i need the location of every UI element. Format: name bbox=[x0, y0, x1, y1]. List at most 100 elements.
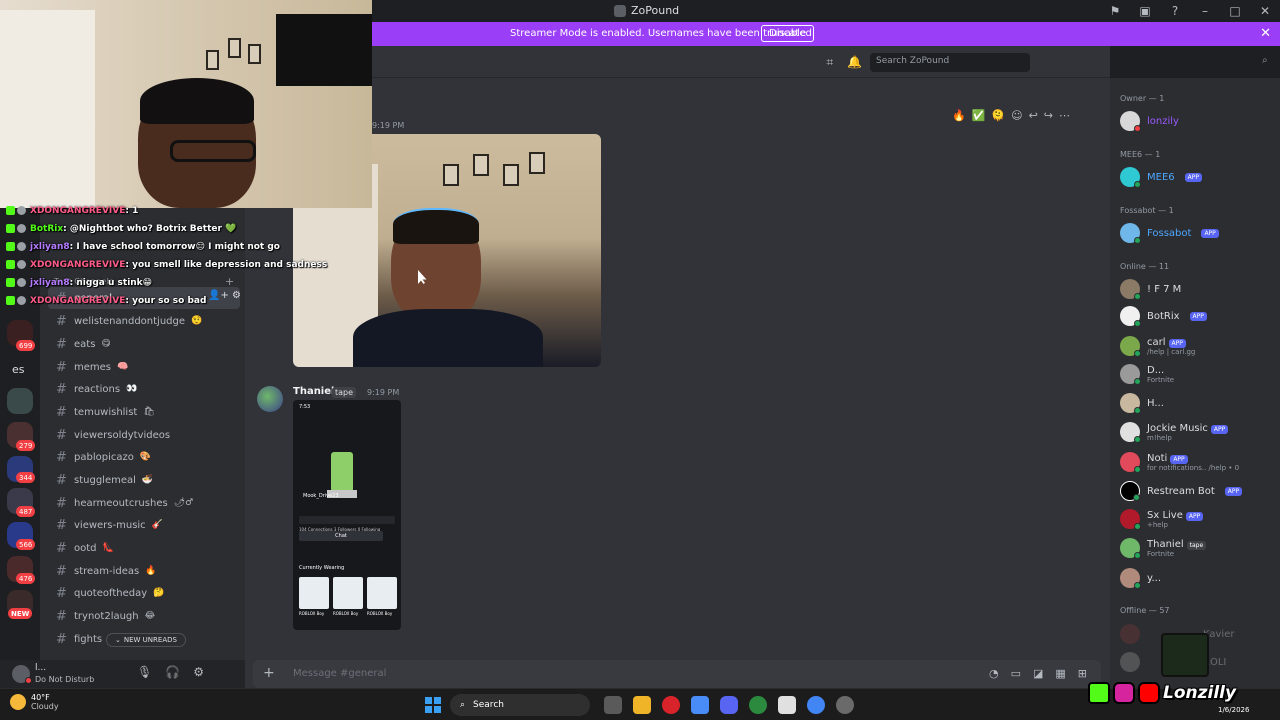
member-item[interactable]: D... Fortnite bbox=[1120, 364, 1174, 385]
channel-emoji: 😂 bbox=[144, 611, 156, 621]
member-item[interactable]: BotRix APP bbox=[1120, 306, 1207, 327]
member-item[interactable]: Thaniel tape Fortnite bbox=[1120, 538, 1207, 559]
member-item[interactable]: lonzily bbox=[1120, 111, 1179, 132]
search-input[interactable]: Search ZoPound bbox=[870, 53, 1030, 72]
app-icon[interactable] bbox=[749, 696, 767, 714]
streamer-brand: Lonzilly bbox=[1088, 682, 1236, 704]
member-item[interactable]: y... bbox=[1120, 568, 1161, 589]
attach-plus-icon[interactable]: + bbox=[263, 665, 275, 681]
check-reaction-icon[interactable]: ✅ bbox=[972, 109, 986, 122]
message-screenshot[interactable]: 7:53 Mook_Drive23 104 Connections 3 Foll… bbox=[293, 400, 401, 630]
channel-name: trynot2laugh bbox=[74, 610, 139, 622]
apps-icon[interactable]: ⊞ bbox=[1078, 667, 1087, 680]
maximize-button[interactable]: □ bbox=[1220, 4, 1250, 18]
frame-image-part bbox=[473, 154, 489, 176]
discord-icon[interactable] bbox=[720, 696, 738, 714]
flag-icon[interactable]: ⚑ bbox=[1100, 4, 1130, 18]
member-item[interactable]: ! F 7 M bbox=[1120, 279, 1182, 300]
channel-item[interactable]: # ootd 👠 bbox=[56, 537, 114, 559]
minimize-button[interactable]: – bbox=[1190, 4, 1220, 18]
badge-icon bbox=[17, 260, 26, 269]
member-item[interactable]: Noti APP for notifications.. /help • 0 bbox=[1120, 452, 1239, 473]
member-name-row: carl APP bbox=[1147, 337, 1195, 348]
new-unreads-pill[interactable]: ⌄ NEW UNREADS bbox=[106, 633, 186, 647]
hash-icon: # bbox=[56, 540, 67, 556]
copilot-icon[interactable] bbox=[691, 696, 709, 714]
settings-gear-icon[interactable]: ⚙ bbox=[193, 665, 204, 679]
headphones-icon[interactable]: 🎧 bbox=[165, 665, 180, 679]
search-placeholder: Search ZoPound bbox=[876, 56, 950, 66]
channel-item[interactable]: # viewersoldytvideos bbox=[56, 424, 176, 446]
microphone-icon[interactable]: 🎙 bbox=[137, 665, 152, 679]
close-window-button[interactable]: ✕ bbox=[1250, 4, 1280, 18]
face-reaction-icon[interactable]: 🫠 bbox=[991, 109, 1005, 122]
channel-item[interactable]: # reactions 👀 bbox=[56, 378, 137, 400]
channel-item[interactable]: # temuwishlist 🛍 bbox=[56, 401, 155, 423]
member-item[interactable]: MEE6 APP bbox=[1120, 167, 1202, 188]
channel-item[interactable]: # quoteoftheday 🤔 bbox=[56, 582, 164, 604]
channel-item[interactable]: # trynot2laugh 😂 bbox=[56, 605, 155, 627]
channel-item[interactable]: # pablopicazo 🎨 bbox=[56, 446, 151, 468]
app-icon[interactable] bbox=[778, 696, 796, 714]
chrome-icon[interactable] bbox=[807, 696, 825, 714]
new-badge: NEW bbox=[8, 608, 33, 619]
user-name[interactable]: l... bbox=[35, 663, 46, 673]
server-text-icon[interactable]: es bbox=[12, 363, 25, 376]
message-composer[interactable]: + Message #general ◔ ▭ ◪ ▦ ⊞ bbox=[253, 660, 1101, 688]
member-item[interactable]: Restream Bot APP bbox=[1120, 481, 1243, 501]
member-group-label: MEE6 — 1 bbox=[1120, 150, 1161, 159]
fire-reaction-icon[interactable]: 🔥 bbox=[952, 109, 966, 122]
opera-icon[interactable] bbox=[662, 696, 680, 714]
member-item[interactable]: carl APP /help | carl.gg bbox=[1120, 336, 1195, 357]
add-reaction-icon[interactable]: ☺ bbox=[1011, 109, 1022, 122]
windows-start-icon[interactable] bbox=[425, 697, 441, 713]
message-author[interactable]: Thaniel bbox=[293, 386, 334, 397]
channel-item[interactable]: # viewers-music 🎸 bbox=[56, 514, 163, 536]
server-icon[interactable] bbox=[7, 388, 33, 414]
channel-item[interactable]: # memes 🧠 bbox=[56, 356, 128, 378]
search-icon[interactable]: ⌕ bbox=[1262, 55, 1268, 66]
system-date[interactable]: 1/6/2026 bbox=[1218, 706, 1249, 714]
gif-icon[interactable]: ▭ bbox=[1011, 667, 1021, 680]
inbox-icon[interactable]: ▣ bbox=[1130, 4, 1160, 18]
channel-item[interactable]: # welistenanddontjudge 🤨 bbox=[56, 310, 202, 332]
channel-item[interactable]: # stugglemeal 🍜 bbox=[56, 469, 153, 491]
app-badge: APP bbox=[1224, 486, 1243, 496]
disable-streamer-mode-button[interactable]: Disable bbox=[761, 25, 815, 42]
sticker-icon[interactable]: ◪ bbox=[1033, 667, 1043, 680]
item-label: ROBLOX Boy bbox=[367, 611, 393, 616]
channel-item[interactable]: # eats 😋 bbox=[56, 333, 111, 355]
app-badge: APP bbox=[1184, 172, 1202, 182]
file-explorer-icon[interactable] bbox=[633, 696, 651, 714]
hash-icon: # bbox=[56, 517, 67, 533]
kick-icon bbox=[6, 224, 15, 233]
forward-icon[interactable]: ↪ bbox=[1044, 109, 1053, 122]
task-view-icon[interactable] bbox=[604, 696, 622, 714]
member-item[interactable]: Jockie Music APP m!help bbox=[1120, 422, 1229, 443]
member-item[interactable]: Fossabot APP bbox=[1120, 223, 1219, 244]
app-icon[interactable] bbox=[836, 696, 854, 714]
streamer-logo-avatar bbox=[1161, 633, 1209, 677]
gift-icon[interactable]: ◔ bbox=[989, 667, 999, 680]
reply-icon[interactable]: ↩ bbox=[1029, 109, 1038, 122]
close-banner-icon[interactable]: ✕ bbox=[1260, 26, 1271, 41]
avatar bbox=[1120, 279, 1141, 300]
member-text: Sx Live APP +help bbox=[1147, 510, 1204, 529]
avatar bbox=[1120, 364, 1141, 385]
avatar[interactable] bbox=[257, 386, 283, 412]
bell-icon[interactable]: 🔔 bbox=[847, 55, 862, 70]
member-item[interactable]: Sx Live APP +help bbox=[1120, 509, 1204, 530]
message-input-placeholder[interactable]: Message #general bbox=[293, 668, 386, 679]
weather-widget[interactable]: 40°F Cloudy bbox=[10, 693, 59, 711]
channel-name: temuwishlist bbox=[74, 406, 138, 418]
image-icon[interactable]: ▦ bbox=[1055, 667, 1065, 680]
taskbar-search[interactable]: ⌕ Search bbox=[450, 694, 590, 716]
channel-actions[interactable]: 👤+ ⚙ bbox=[208, 290, 241, 301]
channel-item[interactable]: # hearmeoutcrushes 🌶♂ bbox=[56, 492, 193, 514]
threads-icon[interactable]: ⌗ bbox=[826, 55, 833, 70]
member-name: ! F 7 M bbox=[1147, 283, 1182, 295]
help-icon[interactable]: ? bbox=[1160, 4, 1190, 18]
more-icon[interactable]: ⋯ bbox=[1059, 109, 1070, 122]
member-item[interactable]: H... bbox=[1120, 393, 1164, 414]
channel-item[interactable]: # stream-ideas 🔥 bbox=[56, 560, 157, 582]
